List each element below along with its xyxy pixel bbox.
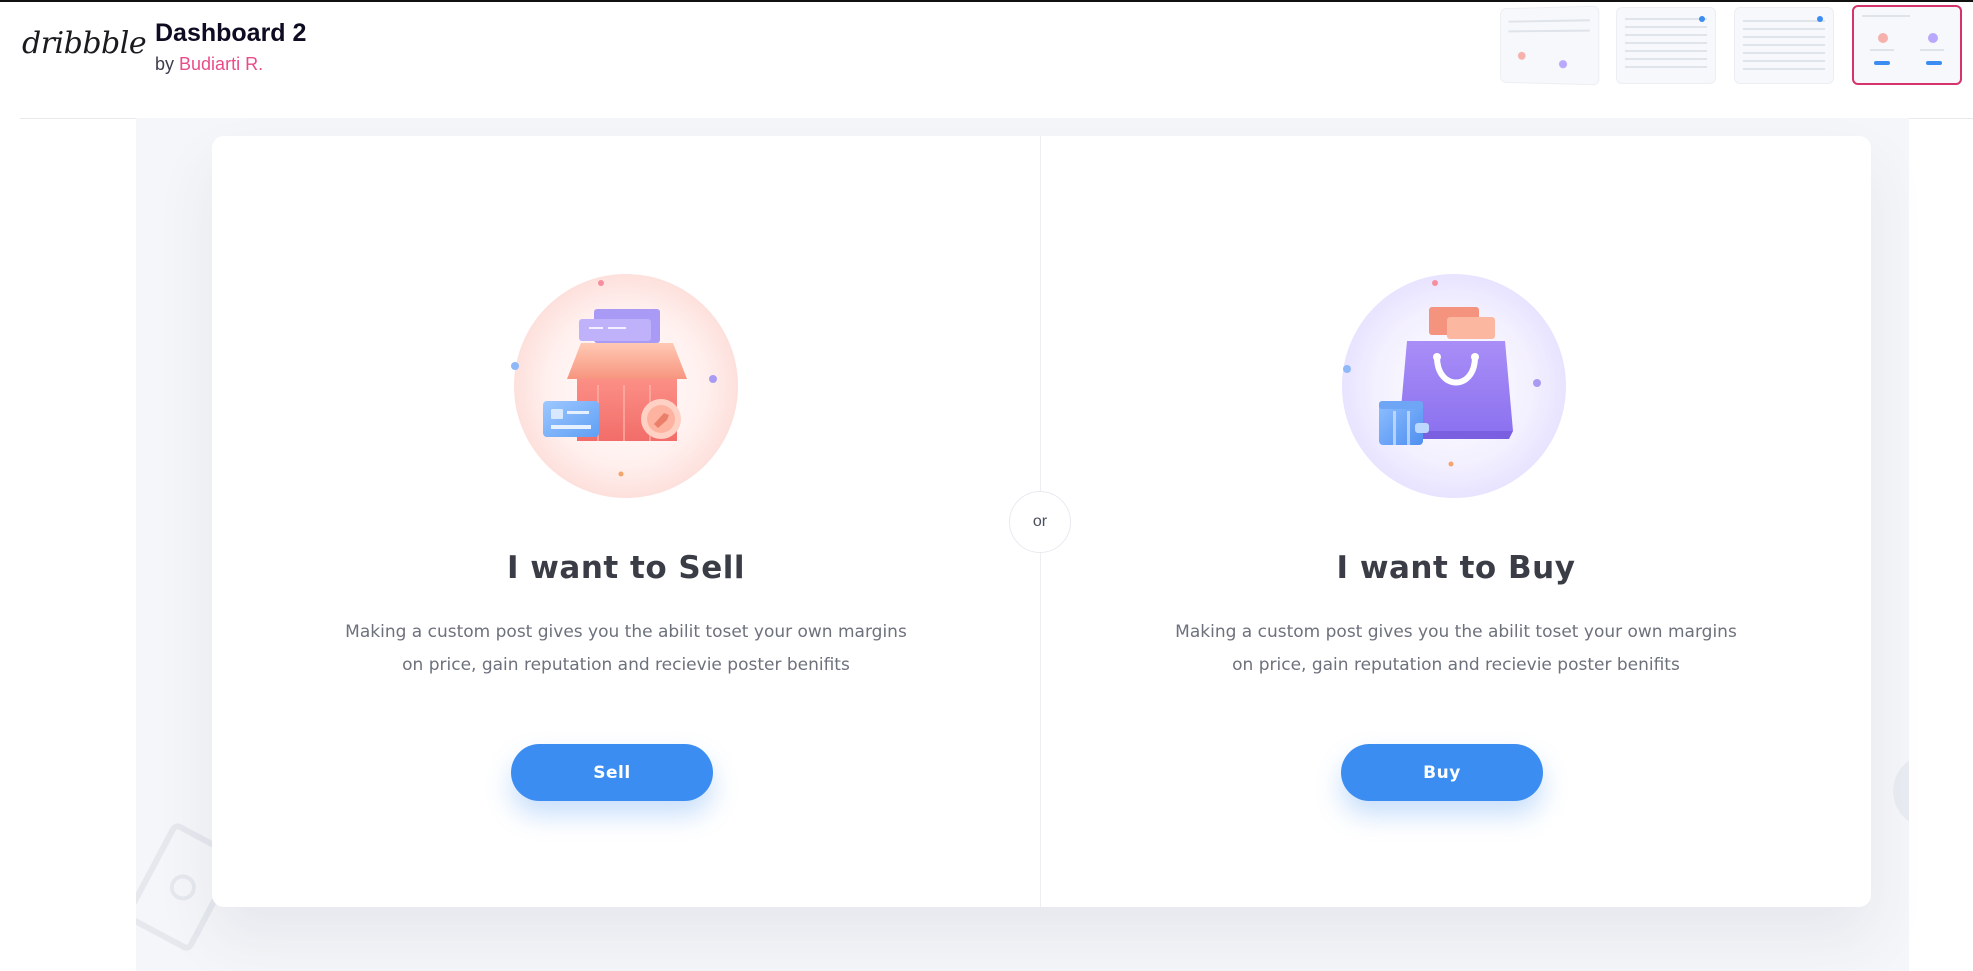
author-link[interactable]: Budiarti R. [179, 54, 263, 74]
shopping-bag-icon [1342, 274, 1566, 498]
sell-button[interactable]: Sell [511, 744, 713, 801]
sell-title: I want to Sell [506, 550, 746, 586]
shot-author: by Budiarti R. [155, 54, 263, 75]
shot-title: Dashboard 2 [155, 19, 307, 47]
buy-title: I want to Buy [1336, 550, 1576, 586]
thumbnail-1[interactable] [1500, 5, 1600, 86]
buy-button[interactable]: Buy [1341, 744, 1543, 801]
store-icon [511, 274, 738, 498]
sell-description: Making a custom post gives you the abili… [345, 622, 907, 675]
thumbnail-3[interactable] [1734, 7, 1834, 84]
buy-description: Making a custom post gives you the abili… [1175, 622, 1737, 675]
by-label: by [155, 54, 175, 74]
dollar-coin-icon: $ [1893, 754, 1909, 828]
choice-card: I want to Sell Making a custom post give… [212, 136, 1871, 907]
thumbnail-2[interactable] [1616, 7, 1716, 84]
buy-panel: I want to Buy Making a custom post gives… [1042, 136, 1870, 907]
shot-header: dribbble Dashboard 2 by Budiarti R. [0, 0, 1973, 119]
thumbnail-4-active[interactable] [1852, 5, 1962, 85]
dribbble-logo[interactable]: dribbble [22, 26, 147, 61]
shot-thumbnails [1498, 5, 1962, 86]
sell-panel: I want to Sell Making a custom post give… [212, 136, 1040, 907]
